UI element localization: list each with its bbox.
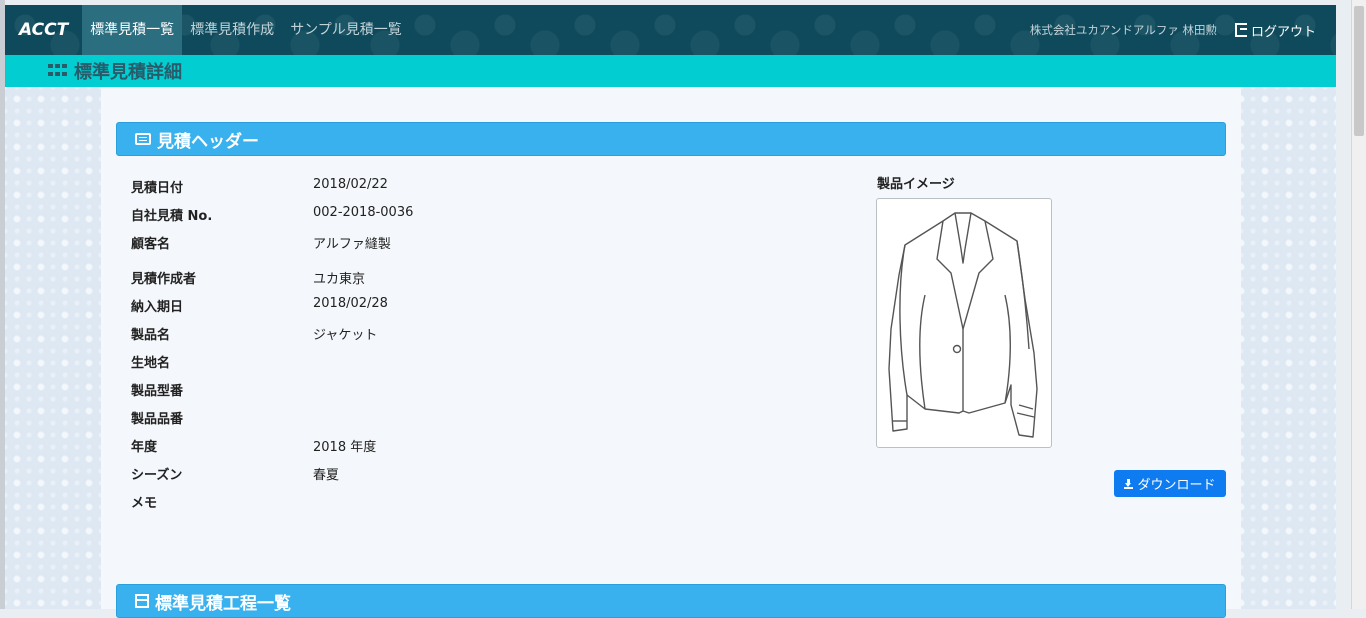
logout-button[interactable]: ログアウト (1234, 21, 1316, 40)
field-value-season: 春夏 (313, 468, 340, 483)
download-icon (1124, 479, 1134, 489)
process-list-title: 標準見積工程一覧 (155, 593, 291, 614)
logout-label: ログアウト (1250, 24, 1316, 40)
estimate-header-panel-title: 見積ヘッダー (116, 122, 1226, 156)
page-title-bar: 標準見積詳細 (5, 55, 1336, 87)
field-label-fabric-name: 生地名 (131, 356, 171, 371)
top-navbar: ACCT 標準見積一覧 標準見積作成 サンプル見積一覧 株式会社ユカアンドアルフ… (5, 5, 1336, 55)
field-label-year: 年度 (131, 440, 158, 455)
field-value-estimate-no: 002-2018-0036 (313, 205, 414, 220)
company-user-name: 株式会社ユカアンドアルファ 林田勲 (1029, 23, 1217, 37)
field-label-model-number: 製品型番 (131, 384, 184, 399)
field-label-season: シーズン (131, 468, 183, 483)
scrollbar-thumb[interactable] (1354, 6, 1364, 136)
field-value-estimate-date: 2018/02/22 (313, 177, 388, 192)
download-label: ダウンロード (1137, 478, 1216, 493)
vertical-scrollbar[interactable] (1351, 0, 1366, 609)
field-label-estimate-no: 自社見積 No. (131, 209, 213, 224)
field-value-product-name: ジャケット (313, 328, 378, 343)
field-label-delivery-date: 納入期日 (131, 300, 184, 315)
estimate-header-title: 見積ヘッダー (157, 131, 259, 152)
logout-icon (1234, 23, 1247, 37)
product-image-label: 製品イメージ (877, 177, 955, 192)
field-label-customer: 顧客名 (131, 237, 171, 252)
brand-logo[interactable]: ACCT (5, 20, 82, 40)
field-label-product-number: 製品品番 (131, 412, 184, 427)
nav-standard-estimate-create[interactable]: 標準見積作成 (182, 5, 282, 55)
field-label-estimate-date: 見積日付 (131, 181, 184, 196)
field-label-memo: メモ (131, 496, 158, 511)
field-value-year: 2018 年度 (313, 440, 377, 455)
main-content (101, 87, 1241, 609)
download-button[interactable]: ダウンロード (1114, 470, 1226, 497)
field-label-creator: 見積作成者 (131, 272, 197, 287)
id-card-icon (135, 133, 151, 145)
field-label-product-name: 製品名 (131, 328, 171, 343)
field-value-creator: ユカ東京 (313, 272, 366, 287)
grid-icon (48, 64, 68, 78)
cube-icon (135, 594, 149, 608)
nav-sample-estimate-list[interactable]: サンプル見積一覧 (282, 5, 410, 55)
product-image (876, 198, 1052, 448)
field-value-customer: アルファ縫製 (313, 237, 391, 252)
process-list-panel-title: 標準見積工程一覧 (116, 584, 1226, 618)
nav-standard-estimate-list[interactable]: 標準見積一覧 (82, 5, 183, 55)
page-title: 標準見積詳細 (74, 62, 182, 83)
field-value-delivery-date: 2018/02/28 (313, 296, 388, 311)
jacket-illustration (888, 212, 1038, 438)
